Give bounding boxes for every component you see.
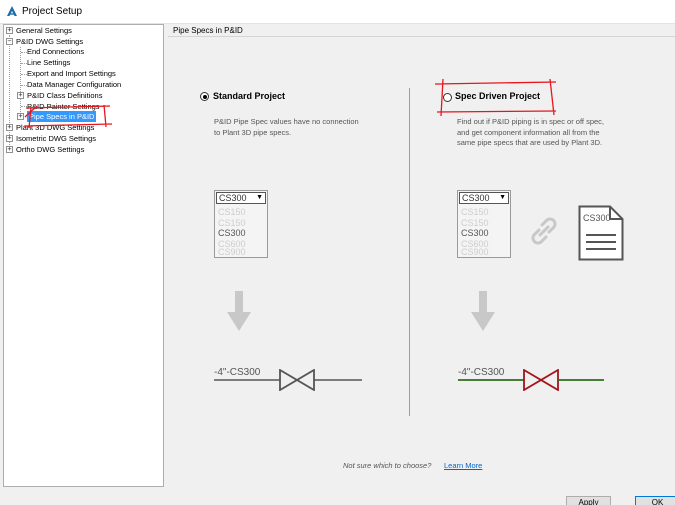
autocad-plant-logo-icon xyxy=(7,6,17,16)
description-line: P&ID Pipe Spec values have no connection xyxy=(214,117,359,126)
expand-icon[interactable]: + xyxy=(17,112,24,120)
spec-document-label: CS300 xyxy=(583,213,611,223)
link-chain-icon xyxy=(531,217,557,245)
tree-item-label: P&ID Painter Settings xyxy=(27,102,100,111)
expand-icon[interactable]: + xyxy=(6,123,13,131)
standard-spec-list: CS300 ▼ CS150 CS150 CS300 CS600 CS900 xyxy=(214,190,268,258)
spec-driven-spec-dropdown: CS300 ▼ xyxy=(459,192,509,204)
spec-driven-spec-list: CS300 ▼ CS150 CS150 CS300 CS600 CS900 xyxy=(457,190,511,258)
spec-option: CS150 xyxy=(461,217,489,228)
apply-button[interactable]: Apply xyxy=(566,496,611,505)
spec-option: CS150 xyxy=(218,207,246,217)
standard-project-radio[interactable] xyxy=(200,92,209,101)
learn-more-link[interactable]: Learn More xyxy=(444,461,482,470)
down-arrow-icon xyxy=(471,291,495,331)
spec-driven-project-label[interactable]: Spec Driven Project xyxy=(455,91,540,101)
down-arrow-icon xyxy=(227,291,251,331)
title-bar: Project Setup xyxy=(0,0,675,24)
spec-driven-valve-icon xyxy=(458,369,604,391)
tree-item-end-connections[interactable]: End Connections xyxy=(27,46,84,57)
standard-project-description: P&ID Pipe Spec values have no connection… xyxy=(214,117,359,138)
spec-driven-project-radio[interactable] xyxy=(443,93,452,102)
description-line: to Plant 3D pipe specs. xyxy=(214,127,292,137)
tree-item-label: End Connections xyxy=(27,47,85,56)
tree-item-export-import-settings[interactable]: Export and Import Settings xyxy=(27,68,116,79)
expand-icon[interactable]: + xyxy=(6,145,13,153)
description-line: and get component information all from t… xyxy=(457,127,600,137)
standard-valve-icon xyxy=(214,369,362,391)
tree-item-label: Pipe Specs in P&ID xyxy=(27,111,97,122)
tree-item-label: Plant 3D DWG Settings xyxy=(16,123,95,132)
dropdown-arrow-icon: ▼ xyxy=(499,194,506,201)
tree-connector-line xyxy=(20,47,21,114)
expand-icon[interactable]: + xyxy=(6,134,13,142)
tree-item-line-settings[interactable]: Line Settings xyxy=(27,57,70,68)
tree-item-label: Line Settings xyxy=(27,58,71,67)
description-line: same pipe specs that are used by Plant 3… xyxy=(457,138,603,147)
help-question-text: Not sure which to choose? xyxy=(343,461,432,470)
spec-option: CS900 xyxy=(461,247,489,257)
standard-spec-dropdown: CS300 ▼ xyxy=(216,192,266,204)
collapse-icon[interactable]: − xyxy=(6,37,13,45)
tree-item-label: Export and Import Settings xyxy=(27,69,116,78)
column-divider xyxy=(409,88,410,416)
window-title: Project Setup xyxy=(22,6,83,17)
dropdown-value: CS300 xyxy=(219,193,247,203)
content-panel: Pipe Specs in P&ID Standard Project P&ID… xyxy=(168,24,675,494)
tree-item-label: Isometric DWG Settings xyxy=(16,134,97,143)
spec-option: CS150 xyxy=(461,207,489,217)
settings-tree[interactable]: + General Settings − P&ID DWG Settings E… xyxy=(3,24,164,487)
tree-item-data-manager-configuration[interactable]: Data Manager Configuration xyxy=(27,79,121,90)
tree-item-label: Data Manager Configuration xyxy=(27,80,122,89)
expand-icon[interactable]: + xyxy=(17,91,24,99)
tree-item-label: P&ID Class Definitions xyxy=(27,91,103,100)
section-divider xyxy=(168,36,675,37)
ok-button[interactable]: OK xyxy=(635,496,675,505)
spec-option: CS900 xyxy=(218,247,246,257)
standard-project-label[interactable]: Standard Project xyxy=(213,91,285,101)
spec-option: CS300 xyxy=(461,228,489,238)
dropdown-arrow-icon: ▼ xyxy=(256,194,263,201)
section-title: Pipe Specs in P&ID xyxy=(173,26,243,35)
tree-item-label: Ortho DWG Settings xyxy=(16,145,85,154)
spec-option: CS150 xyxy=(218,217,246,228)
dropdown-value: CS300 xyxy=(462,193,490,203)
spec-driven-project-description: Find out if P&ID piping is in spec or of… xyxy=(457,117,604,149)
spec-option: CS300 xyxy=(218,228,246,238)
tree-item-label: General Settings xyxy=(16,26,72,35)
expand-icon[interactable]: + xyxy=(6,26,13,34)
description-line: Find out if P&ID piping is in spec or of… xyxy=(457,117,605,126)
